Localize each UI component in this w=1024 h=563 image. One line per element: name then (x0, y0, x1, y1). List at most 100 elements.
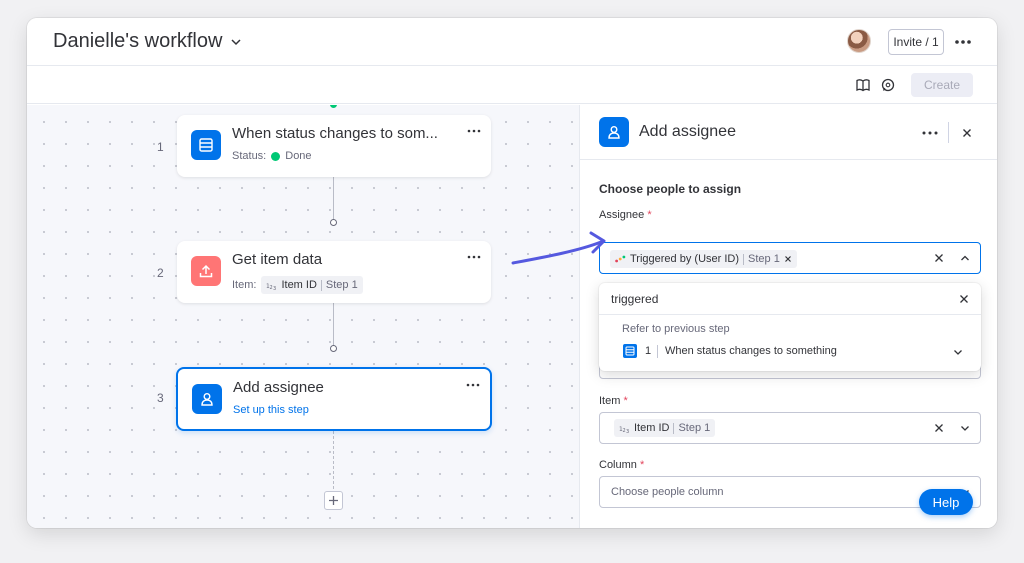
invite-label: Invite / 1 (893, 35, 939, 49)
more-horizontal-icon[interactable] (922, 128, 938, 138)
field-content: Triggered by (User ID) Step 1 (610, 250, 797, 268)
create-button[interactable]: Create (911, 73, 973, 97)
monday-logo-icon (615, 255, 626, 263)
option-separator (657, 345, 658, 358)
chip-step: Step 1 (678, 422, 711, 434)
panel-header: Add assignee (580, 105, 997, 160)
chevron-down-icon (231, 38, 241, 45)
step-number: 1 (157, 140, 164, 154)
step-title: Add assignee (233, 379, 324, 396)
step-title: When status changes to som... (232, 125, 438, 142)
assignee-label: Assignee * (599, 209, 652, 221)
upload-icon (191, 256, 221, 286)
step-card-add-assignee[interactable]: Add assignee Set up this step (176, 367, 492, 431)
column-placeholder: Choose people column (611, 486, 724, 498)
chip-separator (743, 253, 745, 265)
svg-text:3: 3 (273, 286, 276, 290)
help-button[interactable]: Help (919, 489, 973, 515)
step-card-trigger[interactable]: When status changes to som... Status: Do… (177, 115, 491, 177)
chip-step: Step 1 (748, 253, 780, 265)
label-text: Assignee (599, 209, 645, 221)
step-detail: Item: 123 Item ID Step 1 (232, 276, 363, 294)
svg-text:3: 3 (626, 429, 629, 433)
item-label: Item: (232, 279, 257, 291)
workflow-title: Danielle's workflow (53, 30, 223, 52)
dropdown-search (599, 283, 981, 315)
label-text: Item (599, 395, 621, 407)
person-icon (192, 384, 222, 414)
clear-icon[interactable] (934, 423, 944, 433)
chevron-up-icon[interactable] (960, 253, 970, 263)
step-detail: Status: Done (232, 150, 312, 162)
field-content: 123 Item ID Step 1 (614, 419, 716, 437)
item-field[interactable]: 123 Item ID Step 1 (599, 412, 981, 444)
toolbar: Create (27, 66, 997, 104)
assignee-dropdown: Refer to previous step 1 When status cha… (599, 283, 981, 371)
more-horizontal-icon[interactable] (467, 126, 481, 136)
option-step-number: 1 (645, 345, 652, 357)
connector-dot (330, 219, 337, 226)
number-type-icon: 123 (266, 283, 276, 290)
assignee-chip: Triggered by (User ID) Step 1 (610, 250, 797, 268)
dropdown-search-input[interactable] (611, 290, 931, 308)
step-number: 2 (157, 266, 164, 280)
status-dot (271, 151, 281, 161)
connector-line (333, 303, 334, 349)
chip-text: Item ID (281, 279, 317, 291)
book-icon[interactable] (856, 78, 870, 92)
chat-icon[interactable] (881, 78, 895, 92)
chip-separator (320, 279, 322, 291)
step-settings-panel: Add assignee Choose people to assign Ass… (579, 105, 997, 528)
divider (948, 122, 949, 143)
chip-text: Triggered by (User ID) (630, 253, 740, 265)
person-icon (599, 117, 629, 147)
step-number: 3 (157, 391, 164, 405)
required-mark: * (623, 395, 628, 407)
more-horizontal-icon[interactable] (467, 252, 481, 262)
section-title: Choose people to assign (599, 182, 742, 196)
set-up-step-link[interactable]: Set up this step (233, 404, 309, 416)
step-card-get-item-data[interactable]: Get item data Item: 123 Item ID Step 1 (177, 241, 491, 303)
create-label: Create (923, 78, 961, 92)
step-title: Get item data (232, 251, 323, 268)
chip-text: Item ID (634, 422, 670, 434)
connector-line-dashed (333, 431, 334, 489)
column-label: Column * (599, 459, 644, 471)
board-icon (191, 130, 221, 160)
invite-button[interactable]: Invite / 1 (888, 29, 944, 55)
required-mark: * (647, 209, 652, 221)
app-window: Danielle's workflow Invite / 1 Create 1 (27, 18, 997, 528)
panel-title: Add assignee (639, 123, 736, 140)
chip-separator (673, 422, 675, 434)
assignee-field[interactable]: Triggered by (User ID) Step 1 (599, 242, 981, 274)
plus-icon (329, 496, 338, 505)
close-icon[interactable] (960, 126, 974, 140)
trigger-connector-dot (330, 105, 337, 108)
more-horizontal-icon[interactable] (466, 380, 480, 390)
step-detail: Set up this step (233, 404, 309, 416)
chevron-down-icon[interactable] (960, 423, 970, 433)
dropdown-group-label: Refer to previous step (622, 323, 730, 335)
help-label: Help (932, 494, 960, 510)
option-text: When status changes to something (665, 345, 837, 357)
number-type-icon: 123 (619, 426, 629, 433)
chip-step: Step 1 (325, 279, 358, 291)
more-options-button[interactable] (953, 32, 973, 52)
board-icon (623, 344, 637, 358)
add-step-button[interactable] (324, 491, 343, 510)
clear-icon[interactable] (934, 253, 944, 263)
chevron-down-icon[interactable] (953, 347, 963, 357)
dropdown-option-step-1[interactable]: 1 When status changes to something (613, 341, 969, 363)
label-text: Column (599, 459, 637, 471)
workflow-canvas[interactable]: 1 When status changes to som... Status: … (27, 105, 579, 528)
item-id-chip: 123 Item ID Step 1 (614, 419, 716, 437)
status-label: Status: (232, 150, 267, 162)
user-avatar[interactable] (847, 29, 871, 53)
workflow-title-dropdown[interactable]: Danielle's workflow (53, 30, 242, 53)
connector-dot (330, 345, 337, 352)
remove-chip-icon[interactable] (784, 255, 792, 263)
item-id-chip: 123 Item ID Step 1 (261, 276, 363, 294)
status-value: Done (285, 150, 312, 162)
more-horizontal-icon (955, 40, 971, 44)
clear-search-icon[interactable] (959, 294, 969, 304)
